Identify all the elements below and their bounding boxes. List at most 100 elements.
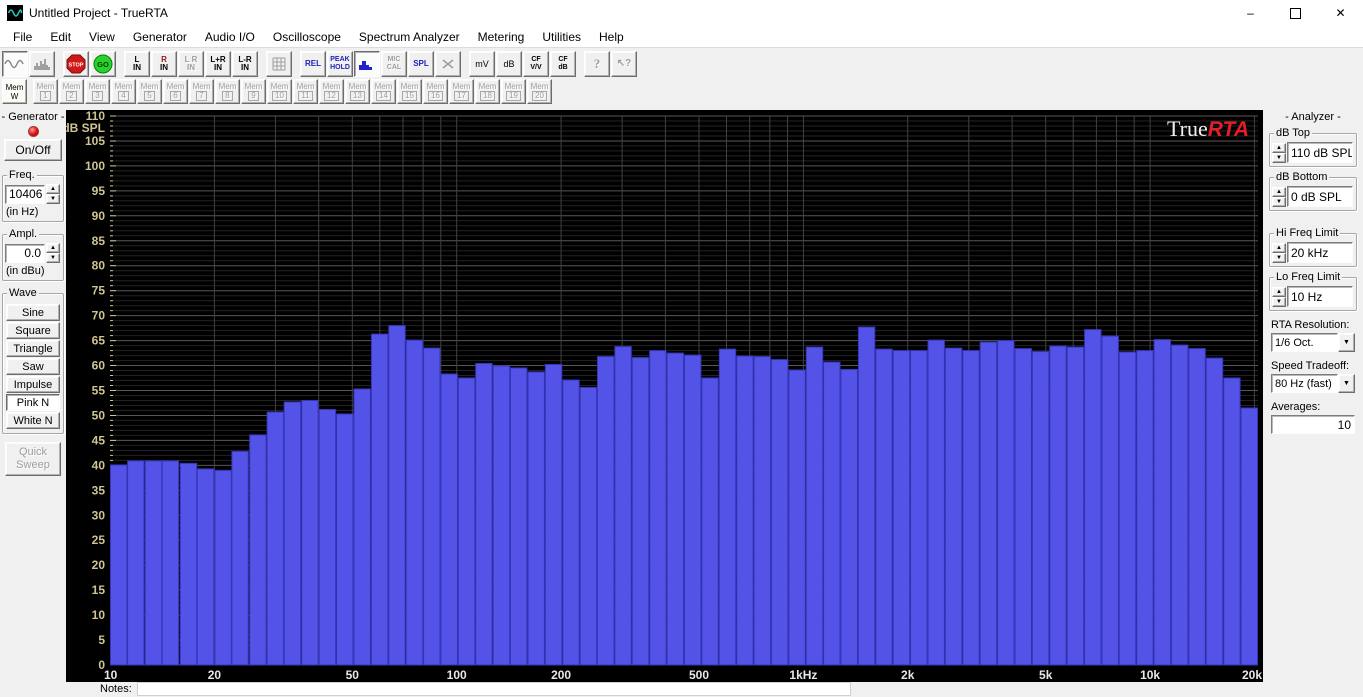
averages-input[interactable]: 10	[1271, 415, 1355, 434]
mem-14-button[interactable]: Mem14	[371, 79, 396, 104]
mem-2-button[interactable]: Mem2	[59, 79, 84, 104]
mem-16-button[interactable]: Mem16	[423, 79, 448, 104]
wave-triangle-button[interactable]: Triangle	[6, 340, 60, 357]
mem-5-button[interactable]: Mem5	[137, 79, 162, 104]
rta-bars-button[interactable]	[354, 51, 380, 77]
menu-item-audio-i-o[interactable]: Audio I/O	[196, 28, 264, 46]
lo-freq-down-icon[interactable]: ▼	[1272, 297, 1286, 307]
mem-12-button[interactable]: Mem12	[319, 79, 344, 104]
menu-item-help[interactable]: Help	[590, 28, 633, 46]
menu-item-edit[interactable]: Edit	[41, 28, 80, 46]
db-top-input[interactable]: 110 dB SPL	[1287, 142, 1353, 163]
menu-item-view[interactable]: View	[80, 28, 124, 46]
wave-impulse-button[interactable]: Impulse	[6, 376, 60, 393]
wave-saw-button[interactable]: Saw	[6, 358, 60, 375]
speed-tradeoff-select[interactable]: 80 Hz (fast) ▼	[1271, 374, 1355, 393]
spectrum-view-button[interactable]	[29, 51, 55, 77]
ampl-up-icon[interactable]: ▲	[46, 243, 60, 253]
menu-item-oscilloscope[interactable]: Oscilloscope	[264, 28, 350, 46]
db-top-down-icon[interactable]: ▼	[1272, 153, 1286, 163]
menu-item-file[interactable]: File	[4, 28, 41, 46]
ampl-input[interactable]: 0.0	[5, 244, 45, 263]
lo-freq-input[interactable]: 10 Hz	[1287, 286, 1353, 307]
freq-input[interactable]: 10406	[5, 185, 45, 204]
mem-7-button[interactable]: Mem7	[189, 79, 214, 104]
lo-freq-group-label: Lo Freq Limit	[1274, 271, 1342, 283]
ampl-down-icon[interactable]: ▼	[46, 253, 60, 263]
sum-input-button[interactable]: L+RIN	[205, 51, 231, 77]
mem-20-button[interactable]: Mem20	[527, 79, 552, 104]
mem-3-button[interactable]: Mem3	[85, 79, 110, 104]
menu-item-utilities[interactable]: Utilities	[533, 28, 590, 46]
freq-up-icon[interactable]: ▲	[46, 184, 60, 194]
db-bottom-input[interactable]: 0 dB SPL	[1287, 186, 1353, 207]
menu-item-spectrum-analyzer[interactable]: Spectrum Analyzer	[350, 28, 469, 46]
freq-down-icon[interactable]: ▼	[46, 194, 60, 204]
wave-square-button[interactable]: Square	[6, 322, 60, 339]
mem-4-button[interactable]: Mem4	[111, 79, 136, 104]
right-input-button[interactable]: RIN	[151, 51, 177, 77]
generator-onoff-button[interactable]: On/Off	[4, 139, 62, 161]
mem-8-button[interactable]: Mem8	[215, 79, 240, 104]
svg-text:10: 10	[92, 608, 106, 622]
generator-led-indicator	[28, 126, 39, 137]
millivolts-button[interactable]: mV	[469, 51, 495, 77]
mem-10-button[interactable]: Mem10	[267, 79, 292, 104]
title-bar: Untitled Project - TrueRTA – ✕	[0, 0, 1363, 26]
menu-item-generator[interactable]: Generator	[124, 28, 196, 46]
db-bottom-up-icon[interactable]: ▲	[1272, 187, 1286, 197]
crest-factor-db-button[interactable]: CFdB	[550, 51, 576, 77]
spectrum-chart: 0510152025303540455055606570758085909510…	[66, 110, 1263, 682]
relative-mode-button[interactable]: REL	[300, 51, 326, 77]
clear-curve-button[interactable]	[435, 51, 461, 77]
peak-hold-button[interactable]: PEAKHOLD	[327, 51, 353, 77]
freq-group: Freq. 10406 ▲ ▼ (in Hz)	[2, 175, 64, 222]
wave-white-n-button[interactable]: White N	[6, 412, 60, 429]
wave-pink-n-button[interactable]: Pink N	[6, 394, 60, 411]
mem-18-button[interactable]: Mem18	[475, 79, 500, 104]
decibels-button[interactable]: dB	[496, 51, 522, 77]
mem-17-button[interactable]: Mem17	[449, 79, 474, 104]
svg-text:75: 75	[92, 284, 106, 298]
mem-11-button[interactable]: Mem11	[293, 79, 318, 104]
svg-text:15: 15	[92, 583, 106, 597]
hi-freq-up-icon[interactable]: ▲	[1272, 243, 1286, 253]
mem-9-button[interactable]: Mem9	[241, 79, 266, 104]
hi-freq-input[interactable]: 20 kHz	[1287, 242, 1353, 263]
svg-text:70: 70	[92, 309, 106, 323]
notes-input[interactable]	[137, 682, 851, 696]
histogram-icon	[33, 57, 51, 71]
hi-freq-down-icon[interactable]: ▼	[1272, 253, 1286, 263]
help-button[interactable]: ?	[584, 51, 610, 77]
wave-sine-button[interactable]: Sine	[6, 304, 60, 321]
db-top-up-icon[interactable]: ▲	[1272, 143, 1286, 153]
dual-input-button[interactable]: L RIN	[178, 51, 204, 77]
difference-input-button[interactable]: L-RIN	[232, 51, 258, 77]
grid-button[interactable]	[266, 51, 292, 77]
mem-w-button[interactable]: MemW	[2, 79, 27, 104]
rta-resolution-select[interactable]: 1/6 Oct. ▼	[1271, 333, 1355, 352]
speed-tradeoff-dropdown-icon[interactable]: ▼	[1338, 374, 1355, 393]
db-bottom-down-icon[interactable]: ▼	[1272, 197, 1286, 207]
close-button[interactable]: ✕	[1318, 0, 1363, 26]
maximize-button[interactable]	[1273, 0, 1318, 26]
go-button[interactable]: GO	[90, 51, 116, 77]
stop-button[interactable]: STOP	[63, 51, 89, 77]
mem-13-button[interactable]: Mem13	[345, 79, 370, 104]
rta-resolution-dropdown-icon[interactable]: ▼	[1338, 333, 1355, 352]
mem-15-button[interactable]: Mem15	[397, 79, 422, 104]
lo-freq-up-icon[interactable]: ▲	[1272, 287, 1286, 297]
mem-6-button[interactable]: Mem6	[163, 79, 188, 104]
context-help-button[interactable]: ↖?	[611, 51, 637, 77]
quick-sweep-button[interactable]: Quick Sweep	[5, 442, 61, 476]
mic-cal-button[interactable]: MICCAL	[381, 51, 407, 77]
left-input-button[interactable]: LIN	[124, 51, 150, 77]
mem-19-button[interactable]: Mem19	[501, 79, 526, 104]
crest-factor-vv-button[interactable]: CFV/V	[523, 51, 549, 77]
generator-wave-button[interactable]	[2, 51, 28, 77]
minimize-button[interactable]: –	[1228, 0, 1273, 26]
analyzer-panel: - Analyzer - dB Top ▲ ▼ 110 dB SPL dB Bo…	[1263, 106, 1363, 682]
spl-button[interactable]: SPL	[408, 51, 434, 77]
menu-item-metering[interactable]: Metering	[469, 28, 534, 46]
mem-1-button[interactable]: Mem1	[33, 79, 58, 104]
